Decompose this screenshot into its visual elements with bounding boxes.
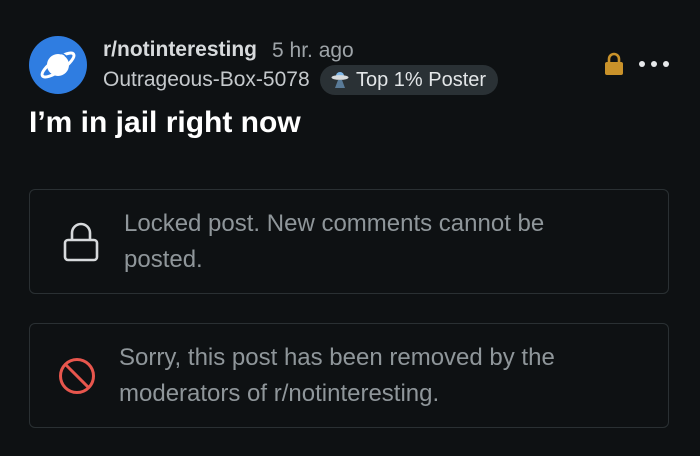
lock-outline-icon [63, 222, 99, 262]
ufo-icon [330, 70, 350, 90]
removed-notice: Sorry, this post has been removed by the… [29, 323, 669, 428]
more-options-icon[interactable] [639, 57, 669, 71]
locked-notice-text: Locked post. New comments cannot be post… [124, 210, 545, 273]
post-title: I’m in jail right now [29, 106, 301, 139]
more-dot [639, 61, 645, 67]
author-username[interactable]: Outrageous-Box-5078 [103, 67, 310, 93]
locked-notice: Locked post. New comments cannot be post… [29, 189, 669, 294]
more-dot [663, 61, 669, 67]
subreddit-name[interactable]: r/notinteresting [103, 37, 257, 63]
prohibited-icon [59, 358, 95, 394]
more-dot [651, 61, 657, 67]
lock-icon [605, 52, 623, 75]
planet-icon [40, 51, 76, 79]
user-flair[interactable]: Top 1% Poster [320, 65, 499, 95]
removed-notice-text: Sorry, this post has been removed by the… [119, 344, 555, 407]
post-timestamp: 5 hr. ago [272, 39, 354, 62]
subreddit-avatar[interactable] [29, 36, 87, 94]
flair-label: Top 1% Poster [356, 68, 487, 91]
